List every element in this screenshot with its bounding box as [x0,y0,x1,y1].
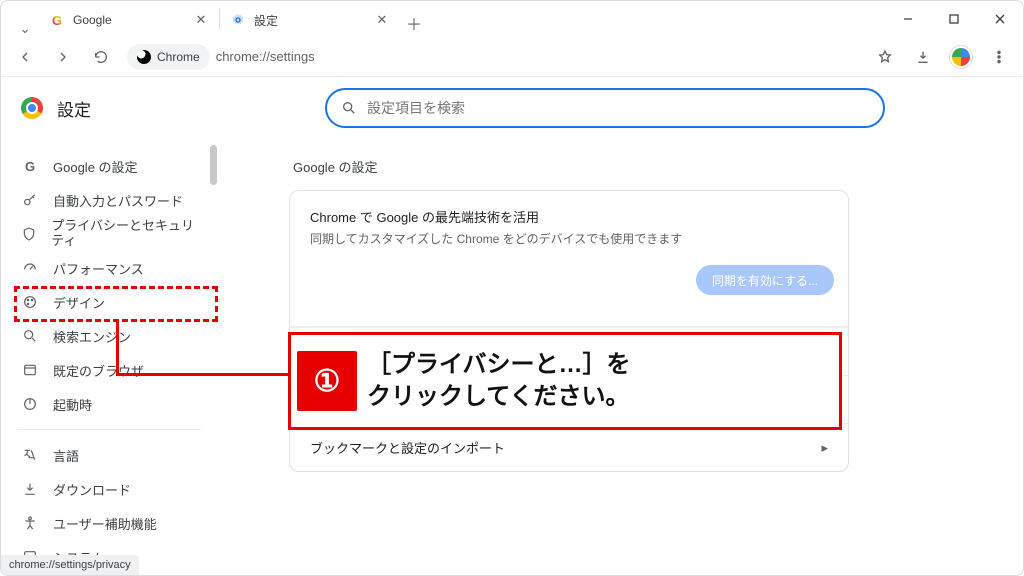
google-settings-card: Chrome で Google の最先端技術を活用 同期してカスタマイズした C… [289,190,849,472]
sidebar-item-languages[interactable]: 言語 [1,438,217,472]
site-chip[interactable]: Chrome [127,44,210,70]
sidebar-item-label: 起動時 [53,395,92,414]
status-bar: chrome://settings/privacy [1,555,139,575]
row-import-bookmarks[interactable]: ブックマークと設定のインポート ▸ [290,423,848,471]
card-subtitle: 同期してカスタマイズした Chrome をどのデバイスでも使用できます [310,230,828,247]
status-text: chrome://settings/privacy [9,559,131,571]
sidebar-item-label: ダウンロード [53,480,131,499]
close-icon[interactable]: ✕ [374,12,390,28]
tab-title: Google [73,13,112,27]
row-label: Chrome プロファイルをカスタマイズ [310,390,528,409]
toolbar: Chrome chrome://settings [1,37,1023,77]
tab-title: 設定 [254,12,278,29]
site-chip-label: Chrome [157,50,200,64]
profile-avatar[interactable] [945,41,977,73]
settings-sidebar: G Google の設定 自動入力とパスワード プライバシーとセキュリティ パフ… [1,139,217,575]
sidebar-item-label: ユーザー補助機能 [53,514,157,533]
chrome-logo-icon [21,97,43,119]
google-favicon-icon: G [49,12,65,28]
sync-promo-block: 同期を有効にする... [290,251,848,327]
chevron-right-icon: ▸ [821,440,828,456]
chrome-chip-icon [137,50,151,64]
settings-favicon-icon [230,12,246,28]
speed-icon [21,260,39,276]
tab-settings[interactable]: 設定 ✕ [220,3,400,37]
page-title: 設定 [57,96,91,121]
sidebar-scrollbar[interactable] [210,145,217,185]
sidebar-item-search-engine[interactable]: 検索エンジン [1,319,217,353]
row-manage-account[interactable]: Google アカウントの管理 ⧉ [290,327,848,375]
bookmark-star-icon[interactable] [869,41,901,73]
address-text: chrome://settings [216,49,315,64]
translate-icon [21,447,39,463]
external-link-icon: ⧉ [819,344,828,360]
sidebar-item-label: 検索エンジン [53,327,131,346]
sidebar-item-label: プライバシーとセキュリティ [51,219,203,249]
sidebar-item-google[interactable]: G Google の設定 [1,149,217,183]
row-label: Google アカウントの管理 [310,342,460,361]
forward-button[interactable] [47,41,79,73]
sidebar-item-label: デザイン [53,293,105,312]
sidebar-item-downloads[interactable]: ダウンロード [1,472,217,506]
search-icon [21,328,39,344]
enable-sync-button[interactable]: 同期を有効にする... [696,265,834,295]
chevron-right-icon: ▸ [821,392,828,408]
settings-content: Google の設定 Chrome で Google の最先端技術を活用 同期し… [217,139,1023,575]
browser-icon [21,362,39,378]
sidebar-item-privacy[interactable]: プライバシーとセキュリティ [1,217,217,251]
tab-google[interactable]: G Google ✕ [39,3,219,37]
google-g-icon: G [21,159,39,174]
address-bar[interactable]: Chrome chrome://settings [123,42,319,72]
accessibility-icon [21,515,39,531]
paint-icon [21,294,39,310]
new-tab-button[interactable]: ＋ [400,9,428,37]
back-button[interactable] [9,41,41,73]
tab-strip: G Google ✕ 設定 ✕ ＋ [1,1,1023,37]
settings-search[interactable] [325,88,885,128]
window-minimize-button[interactable] [885,3,931,35]
key-icon [21,192,39,208]
window-maximize-button[interactable] [931,3,977,35]
search-icon [341,100,357,116]
sidebar-item-appearance[interactable]: デザイン [1,285,217,319]
sidebar-item-label: Google の設定 [53,157,138,176]
settings-header: 設定 [1,77,1023,139]
sidebar-item-label: 既定のブラウザ [53,361,144,380]
settings-search-input[interactable] [367,100,869,116]
sidebar-item-default-browser[interactable]: 既定のブラウザ [1,353,217,387]
window-close-button[interactable] [977,3,1023,35]
tab-search-icon[interactable] [11,25,39,37]
close-icon[interactable]: ✕ [193,12,209,28]
sidebar-divider [17,429,201,430]
power-icon [21,396,39,412]
kebab-menu-icon[interactable] [983,41,1015,73]
sidebar-item-performance[interactable]: パフォーマンス [1,251,217,285]
card-title: Chrome で Google の最先端技術を活用 [310,207,828,226]
reload-button[interactable] [85,41,117,73]
download-icon [21,481,39,497]
sidebar-item-label: 言語 [53,446,79,465]
sidebar-item-label: 自動入力とパスワード [53,191,183,210]
shield-icon [21,226,37,242]
sidebar-item-autofill[interactable]: 自動入力とパスワード [1,183,217,217]
sidebar-item-on-startup[interactable]: 起動時 [1,387,217,421]
section-heading: Google の設定 [293,157,1023,176]
row-customize-profile[interactable]: Chrome プロファイルをカスタマイズ ▸ [290,375,848,423]
sidebar-item-label: パフォーマンス [53,259,144,278]
row-label: ブックマークと設定のインポート [310,438,505,457]
downloads-icon[interactable] [907,41,939,73]
sidebar-item-accessibility[interactable]: ユーザー補助機能 [1,506,217,540]
